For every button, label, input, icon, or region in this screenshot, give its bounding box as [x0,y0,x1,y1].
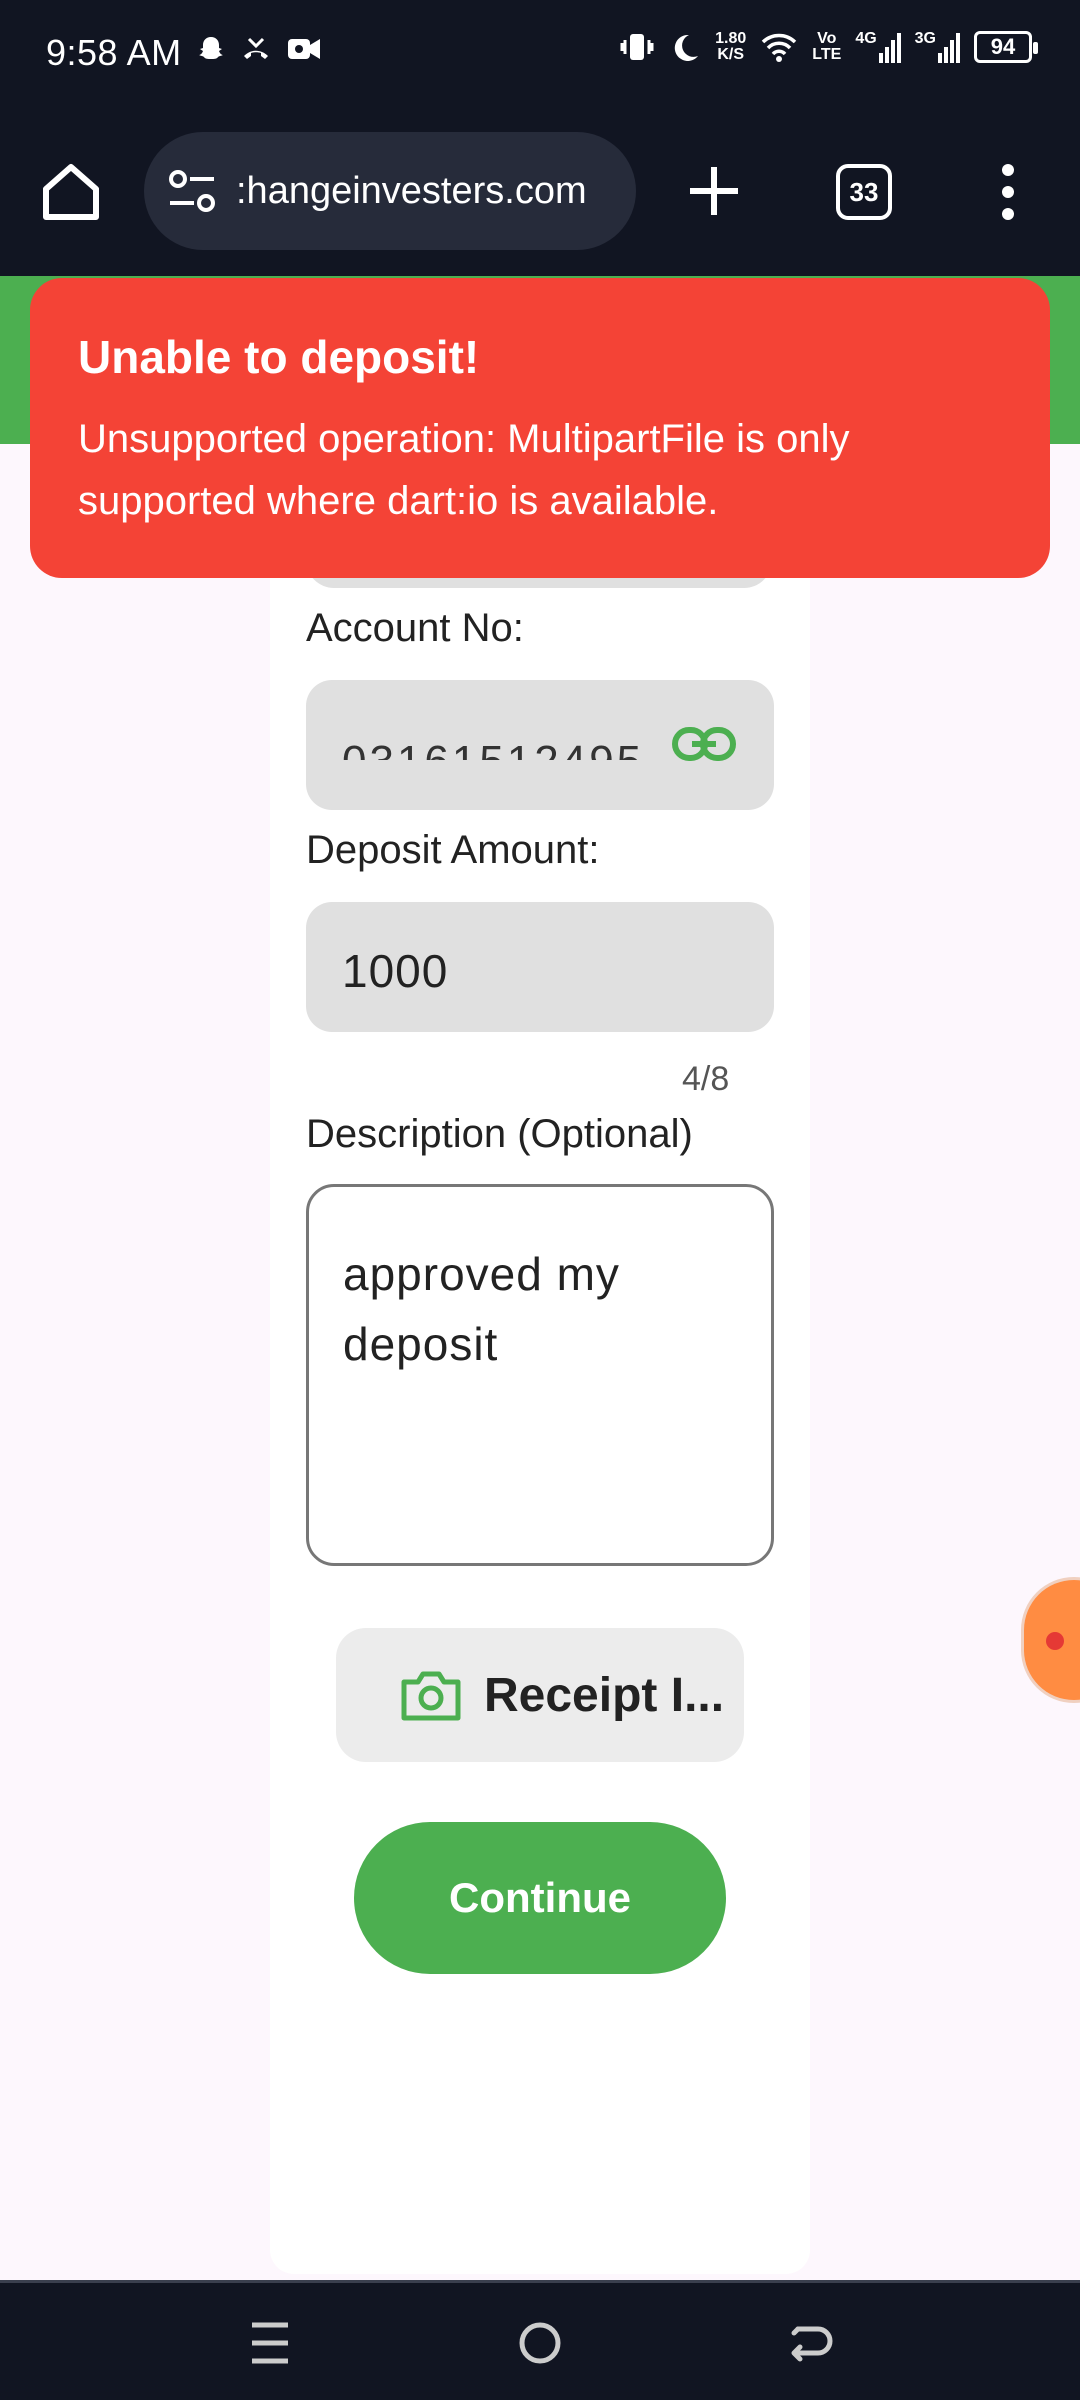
system-nav-bar [0,2280,1080,2400]
link-icon[interactable] [672,724,736,764]
receipt-image-button[interactable]: Receipt I... [336,1628,744,1762]
description-value: approved my deposit [343,1248,620,1370]
volte-indicator: Vo LTE [812,31,841,63]
home-nav-icon[interactable] [510,2313,570,2373]
signal-bars-icon [938,33,960,63]
video-call-icon [288,39,320,59]
new-tab-icon[interactable] [686,163,742,219]
camera-icon [401,1671,461,1721]
snapchat-icon [199,37,223,59]
amount-field[interactable]: 1000 [306,902,774,1032]
account-field[interactable]: 03161512495 [306,680,774,810]
site-settings-icon[interactable] [168,169,216,213]
account-label: Account No: [306,606,524,650]
browser-toolbar: :hangeinvesters.com 33 [0,108,1080,276]
floating-chat-bubble[interactable] [1024,1580,1080,1700]
volte-bottom: LTE [812,46,842,63]
network-speed-value: 1.80 [715,30,747,47]
recent-apps-icon[interactable] [240,2313,300,2373]
signal-bars-icon [878,33,901,63]
do-not-disturb-moon-icon [674,34,699,61]
missed-call-icon [244,37,268,59]
battery-indicator: 94 [974,31,1038,63]
status-time: 9:58 AM [46,32,182,73]
sim2-signal: 3G [915,31,960,63]
description-label: Description (Optional) [306,1112,693,1156]
vibrate-icon [620,34,654,60]
back-icon[interactable] [780,2313,840,2373]
receipt-button-label: Receipt I... [484,1669,725,1722]
error-toast[interactable]: Unable to deposit! Unsupported operation… [30,278,1050,578]
sim1-signal: 4G [855,30,901,63]
address-bar[interactable]: :hangeinvesters.com [144,132,636,250]
sim2-type: 3G [914,30,936,47]
amount-char-counter: 4/8 [682,1060,730,1098]
status-bar: 9:58 AM 1.80 K/S Vo LTE 4G 3G 94 [0,0,1080,108]
toast-title: Unable to deposit! [78,331,480,383]
url-text[interactable]: :hangeinvesters.com [236,170,616,213]
wifi-icon [762,33,797,62]
network-speed: 1.80 K/S [715,31,746,63]
amount-value: 1000 [342,945,449,997]
account-value: 03161512495 [342,722,642,760]
more-options-icon[interactable] [996,164,1020,220]
home-icon[interactable] [38,159,104,225]
continue-button[interactable]: Continue [354,1822,726,1974]
volte-top: Vo [817,30,837,47]
tab-switcher-button[interactable]: 33 [836,164,892,220]
notification-icons [196,34,322,64]
system-icons: 1.80 K/S Vo LTE 4G 3G 94 [619,30,1038,64]
amount-label: Deposit Amount: [306,828,600,872]
network-speed-unit: K/S [717,46,745,63]
toast-message: Unsupported operation: MultipartFile is … [78,417,850,523]
description-field[interactable]: approved my deposit [306,1184,774,1566]
sim1-type: 4G [855,30,877,47]
notification-dot [1046,1632,1064,1650]
